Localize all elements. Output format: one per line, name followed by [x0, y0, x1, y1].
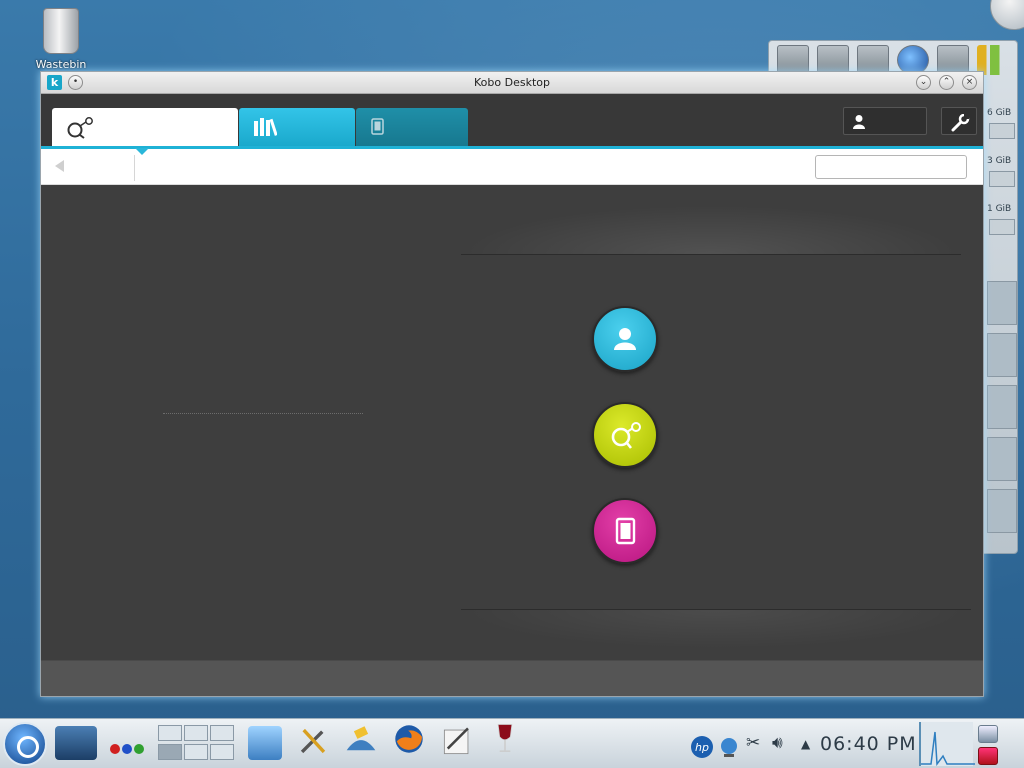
taskbar: hp ✂ 🔊︎ ▲ 06:40 PM: [0, 718, 1024, 768]
pager-desktop[interactable]: [158, 744, 182, 760]
svg-text:hp: hp: [695, 741, 709, 754]
trash-icon: [43, 8, 79, 54]
memory-readout: 3 GiB: [987, 156, 1012, 166]
network-icon[interactable]: [718, 731, 740, 763]
lock-screen-button[interactable]: [978, 725, 998, 743]
activity-graph: [987, 437, 1017, 481]
text-editor-icon[interactable]: [438, 725, 476, 757]
main-content: [41, 185, 983, 660]
content-divider-top: [461, 205, 961, 255]
activity-graph: [987, 333, 1017, 377]
wrench-icon: [951, 114, 970, 132]
firefox-icon[interactable]: [388, 723, 430, 755]
memory-readout: 6 GiB: [987, 108, 1012, 118]
device-icon: [371, 118, 384, 135]
wastebin-label: Wastebin: [35, 58, 87, 71]
taskbar-clock[interactable]: 06:40 PM: [820, 733, 917, 755]
navigation-bar: [41, 148, 983, 185]
activity-dots-icon[interactable]: [108, 733, 148, 765]
nav-divider: [134, 155, 135, 181]
maximize-button[interactable]: ⌃: [939, 75, 954, 90]
discover-icon: [67, 117, 93, 139]
close-button[interactable]: ×: [962, 75, 977, 90]
memory-readout: 1 GiB: [987, 204, 1012, 214]
tab-library[interactable]: [239, 108, 355, 146]
account-button[interactable]: [843, 107, 927, 135]
application-launcher-button[interactable]: [3, 722, 47, 766]
tools-icon[interactable]: [294, 725, 332, 757]
main-toolbar: [41, 94, 983, 146]
library-icon: [254, 118, 277, 136]
activity-graph: [987, 385, 1017, 429]
loading-placeholder-line: [163, 413, 363, 414]
wine-icon[interactable]: [492, 723, 518, 755]
hp-printer-icon[interactable]: hp: [690, 731, 714, 763]
memory-gauge: [989, 171, 1015, 187]
cpu-load-line: [921, 731, 975, 767]
discover-icon: [611, 422, 641, 449]
pager-desktop[interactable]: [210, 725, 234, 741]
active-tab-indicator: [135, 148, 149, 155]
device-button[interactable]: [592, 498, 658, 564]
show-desktop-icon[interactable]: [55, 726, 97, 760]
window-title: Kobo Desktop: [474, 76, 550, 89]
sign-in-button[interactable]: [592, 306, 658, 372]
activity-graph: [987, 281, 1017, 325]
memory-gauge: [989, 123, 1015, 139]
window-titlebar[interactable]: k • Kobo Desktop ⌄ ⌃ ×: [41, 72, 983, 94]
virtual-desktop-pager[interactable]: [158, 725, 236, 763]
volume-icon[interactable]: 🔊︎: [772, 733, 783, 753]
clipboard-scissors-icon[interactable]: ✂: [746, 733, 760, 753]
pager-desktop[interactable]: [184, 725, 208, 741]
discover-button[interactable]: [592, 402, 658, 468]
memory-gauge: [989, 219, 1015, 235]
file-manager-icon[interactable]: [248, 726, 282, 760]
pager-desktop[interactable]: [184, 744, 208, 760]
ereader-icon: [615, 517, 636, 545]
power-button[interactable]: [978, 747, 998, 765]
tab-discover[interactable]: [52, 108, 238, 146]
content-divider-bottom: [461, 609, 971, 649]
back-button[interactable]: [55, 160, 64, 172]
cpu-load-graph[interactable]: [919, 722, 975, 767]
tray-expand-icon[interactable]: ▲: [801, 737, 810, 751]
settings-button[interactable]: [941, 107, 977, 135]
minimize-button[interactable]: ⌄: [916, 75, 931, 90]
wastebin-shortcut[interactable]: Wastebin: [30, 8, 92, 71]
kobo-desktop-window: k • Kobo Desktop ⌄ ⌃ ×: [40, 71, 984, 697]
pager-desktop[interactable]: [210, 744, 234, 760]
user-icon: [614, 328, 636, 350]
pager-desktop[interactable]: [158, 725, 182, 741]
software-installer-icon[interactable]: [340, 725, 382, 757]
status-bar: [41, 660, 983, 696]
activity-graph: [987, 489, 1017, 533]
user-icon: [853, 115, 865, 129]
tab-device[interactable]: [356, 108, 468, 146]
search-input[interactable]: [815, 155, 967, 179]
